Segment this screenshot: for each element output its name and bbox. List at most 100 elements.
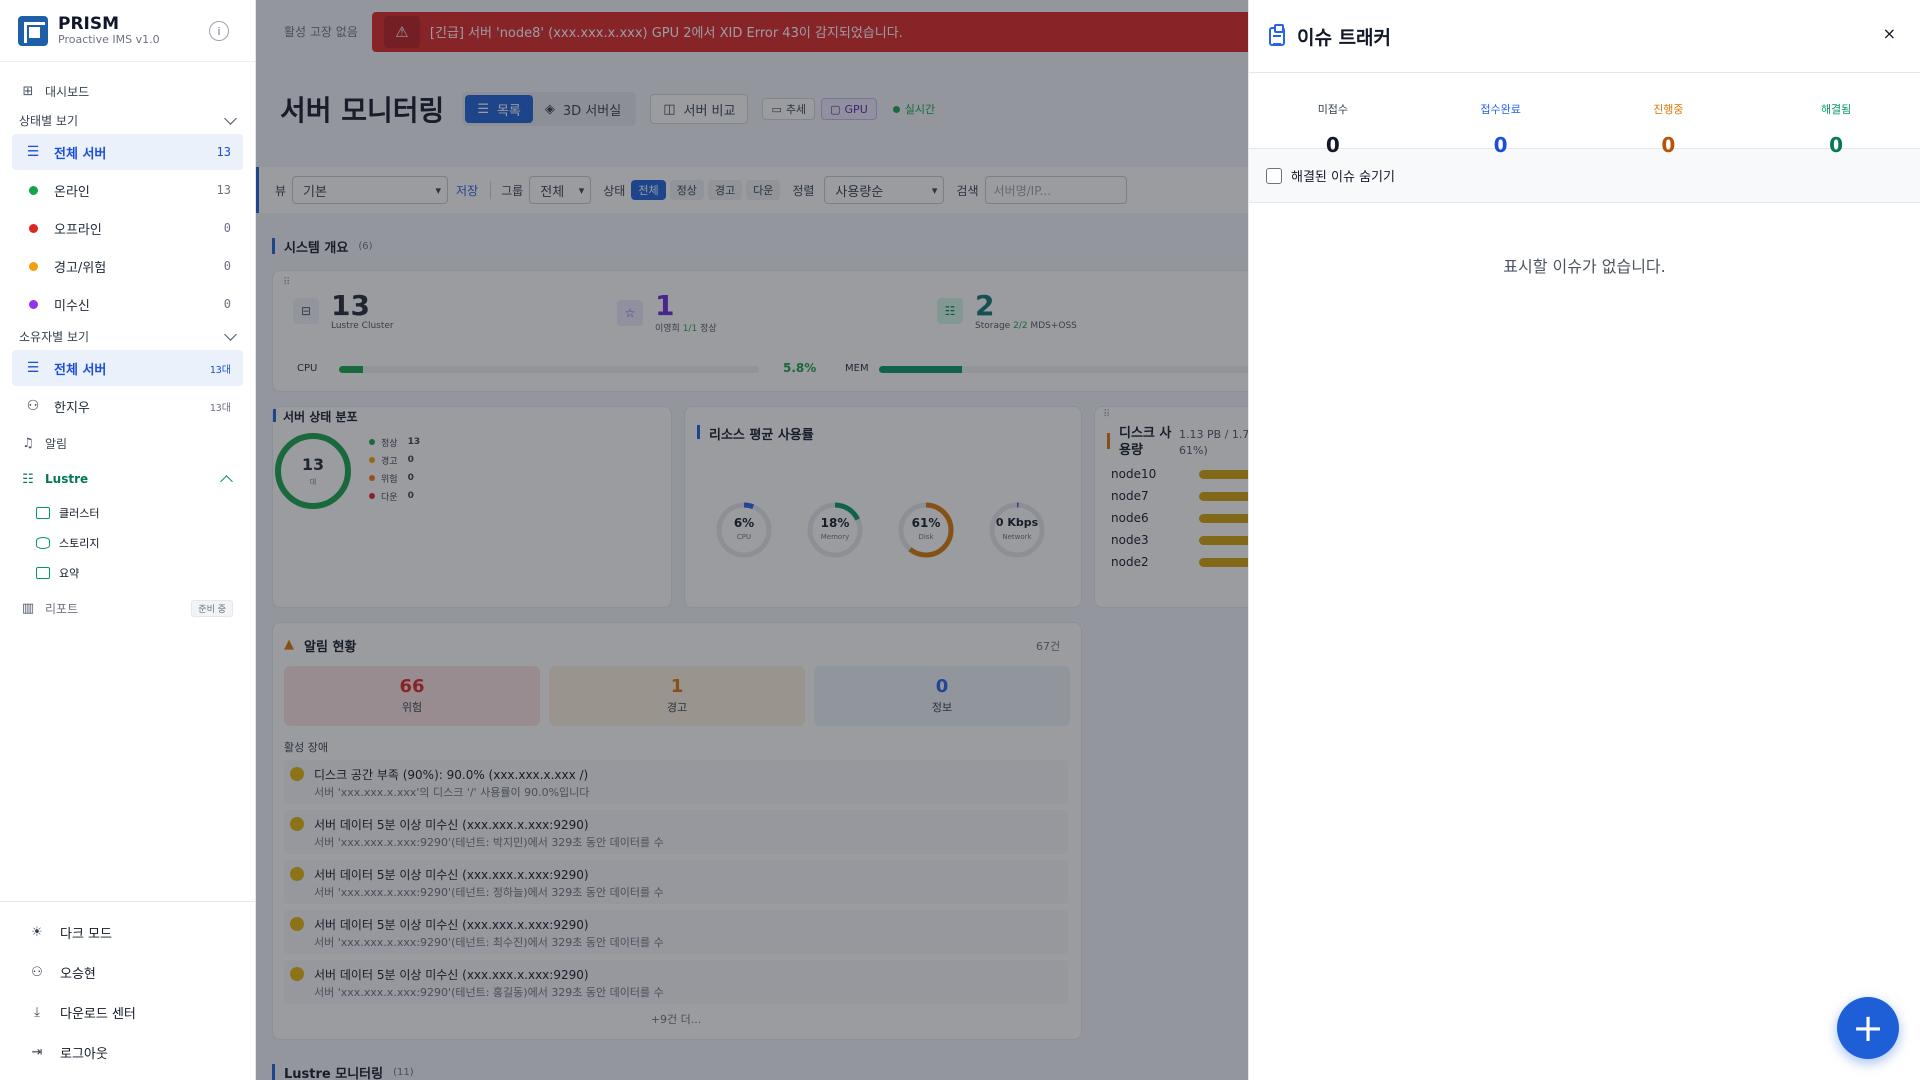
user-profile[interactable]: ⚇ 오승현 xyxy=(0,952,256,992)
owner-item-count: 13대 xyxy=(209,402,231,414)
status-item-no-data[interactable]: 미수신 0 xyxy=(12,286,243,322)
lustre-item-label: 클러스터 xyxy=(59,507,100,520)
dark-mode-toggle[interactable]: ☀ 다크 모드 xyxy=(0,912,256,952)
issue-count-received[interactable]: 접수완료 0 xyxy=(1417,73,1585,157)
clipboard-icon xyxy=(1269,23,1285,46)
status-item-warning[interactable]: 경고/위험 0 xyxy=(12,248,243,284)
issue-count-label: 진행중 xyxy=(1653,103,1684,116)
info-icon[interactable]: i xyxy=(209,21,229,41)
close-icon[interactable]: × xyxy=(1883,24,1896,43)
chevron-up-icon xyxy=(220,474,233,488)
sidebar: PRISM Proactive IMS v1.0 i ⊞ 대시보드 상태별 보기… xyxy=(0,0,256,1080)
brand-name: PRISM xyxy=(58,13,120,34)
bell-icon: ♫ xyxy=(22,435,34,451)
hide-resolved-checkbox[interactable] xyxy=(1266,167,1282,184)
chevron-down-icon xyxy=(224,111,237,125)
status-item-count: 0 xyxy=(223,297,231,311)
server-list-icon: ☰ xyxy=(26,144,40,160)
user-icon: ⚇ xyxy=(31,964,43,980)
status-item-count: 0 xyxy=(223,259,231,273)
issue-count-value: 0 xyxy=(1661,133,1676,157)
chevron-down-icon xyxy=(224,327,237,341)
issue-count-label: 해결됨 xyxy=(1820,103,1852,116)
no-data-dot-icon xyxy=(28,299,38,309)
status-item-online[interactable]: 온라인 13 xyxy=(12,172,243,208)
lustre-item-storage[interactable]: 스토리지 xyxy=(0,528,255,558)
sidebar-bottom: ☀ 다크 모드 ⚇ 오승현 ⤓ 다운로드 센터 ⇥ 로그아웃 xyxy=(0,901,256,1080)
storage-icon xyxy=(36,537,50,549)
sun-icon: ☀ xyxy=(31,924,43,940)
status-item-label: 미수신 xyxy=(54,298,90,314)
status-item-count: 13 xyxy=(216,183,231,197)
nav-dashboard-label: 대시보드 xyxy=(45,84,90,99)
nav-report-label: 리포트 xyxy=(45,601,79,616)
hide-resolved-label: 해결된 이슈 숨기기 xyxy=(1291,170,1395,185)
nav-dashboard[interactable]: ⊞ 대시보드 xyxy=(0,74,255,108)
owner-section-label: 소유자별 보기 xyxy=(19,329,90,344)
owner-section-toggle[interactable]: 소유자별 보기 xyxy=(0,324,255,348)
lustre-item-label: 요약 xyxy=(59,567,80,580)
issue-tracker-panel: 이슈 트래커 × 미접수 0 접수완료 0 진행중 0 해결됨 0 해결된 이슈 숨기기… xyxy=(1248,0,1920,1080)
issue-count-unreceived[interactable]: 미접수 0 xyxy=(1249,73,1417,157)
summary-icon xyxy=(36,567,50,579)
user-icon: ⚇ xyxy=(26,398,40,414)
user-name: 오승현 xyxy=(60,966,96,982)
database-icon: ☷ xyxy=(22,471,34,487)
brand[interactable]: PRISM Proactive IMS v1.0 i xyxy=(0,0,255,62)
hide-resolved-row[interactable]: 해결된 이슈 숨기기 xyxy=(1249,149,1920,203)
status-section-toggle[interactable]: 상태별 보기 xyxy=(0,108,255,132)
owner-item-label: 전체 서버 xyxy=(54,362,107,378)
nav-alerts-label: 알림 xyxy=(45,436,68,451)
status-item-label: 온라인 xyxy=(54,184,90,200)
status-item-label: 경고/위험 xyxy=(54,260,107,276)
status-item-offline[interactable]: 오프라인 0 xyxy=(12,210,243,246)
bar-chart-icon: ▥ xyxy=(21,600,35,616)
prism-logo xyxy=(18,15,48,46)
status-item-count: 0 xyxy=(223,221,231,235)
grid-icon: ⊞ xyxy=(22,83,34,99)
owner-item-count: 13대 xyxy=(209,364,231,376)
coming-soon-badge: 준비 중 xyxy=(191,599,233,617)
online-dot-icon xyxy=(28,185,38,195)
modal-backdrop[interactable] xyxy=(256,0,1248,1080)
nav-report[interactable]: ▥ 리포트 준비 중 xyxy=(0,588,255,628)
plus-icon: + xyxy=(1852,1006,1884,1050)
issue-count-resolved[interactable]: 해결됨 0 xyxy=(1752,73,1920,157)
add-issue-button[interactable]: + xyxy=(1837,997,1899,1059)
nav-lustre[interactable]: ☷ Lustre xyxy=(0,460,255,498)
brand-version: Proactive IMS v1.0 xyxy=(58,32,160,46)
owner-item-user[interactable]: ⚇ 한지우 13대 xyxy=(12,388,243,424)
issue-count-value: 0 xyxy=(1325,133,1340,157)
lustre-item-summary[interactable]: 요약 xyxy=(0,558,255,588)
nav-lustre-label: Lustre xyxy=(45,472,89,486)
server-list-icon: ☰ xyxy=(26,360,40,376)
offline-dot-icon xyxy=(28,223,38,233)
owner-item-all[interactable]: ☰ 전체 서버 13대 xyxy=(12,350,243,386)
dark-mode-label: 다크 모드 xyxy=(60,926,112,942)
issue-count-value: 0 xyxy=(1493,133,1508,157)
lustre-item-label: 스토리지 xyxy=(59,537,100,550)
issue-tracker-title: 이슈 트래커 xyxy=(1297,26,1392,49)
download-center-link[interactable]: ⤓ 다운로드 센터 xyxy=(0,992,256,1032)
status-item-count: 13 xyxy=(216,145,231,159)
issue-count-value: 0 xyxy=(1829,133,1844,157)
cluster-icon xyxy=(36,507,50,519)
lustre-item-cluster[interactable]: 클러스터 xyxy=(0,498,255,528)
logout-icon: ⇥ xyxy=(31,1044,43,1060)
issue-count-in-progress[interactable]: 진행중 0 xyxy=(1585,73,1753,157)
empty-issues-message: 표시할 이슈가 없습니다. xyxy=(1503,257,1666,276)
status-item-label: 전체 서버 xyxy=(54,146,107,162)
status-item-all[interactable]: ☰ 전체 서버 13 xyxy=(12,134,243,170)
status-section-label: 상태별 보기 xyxy=(19,113,79,128)
owner-item-label: 한지우 xyxy=(54,400,90,416)
status-item-label: 오프라인 xyxy=(54,222,102,238)
issue-counts: 미접수 0 접수완료 0 진행중 0 해결됨 0 xyxy=(1249,73,1920,157)
download-icon: ⤓ xyxy=(34,1004,40,1020)
issue-count-label: 미접수 xyxy=(1317,103,1349,116)
logout-label: 로그아웃 xyxy=(60,1046,108,1062)
nav-alerts[interactable]: ♫ 알림 xyxy=(0,426,255,460)
logout-button[interactable]: ⇥ 로그아웃 xyxy=(0,1032,256,1072)
warning-dot-icon xyxy=(28,261,38,271)
issue-count-label: 접수완료 xyxy=(1480,103,1521,116)
download-center-label: 다운로드 센터 xyxy=(60,1006,136,1022)
